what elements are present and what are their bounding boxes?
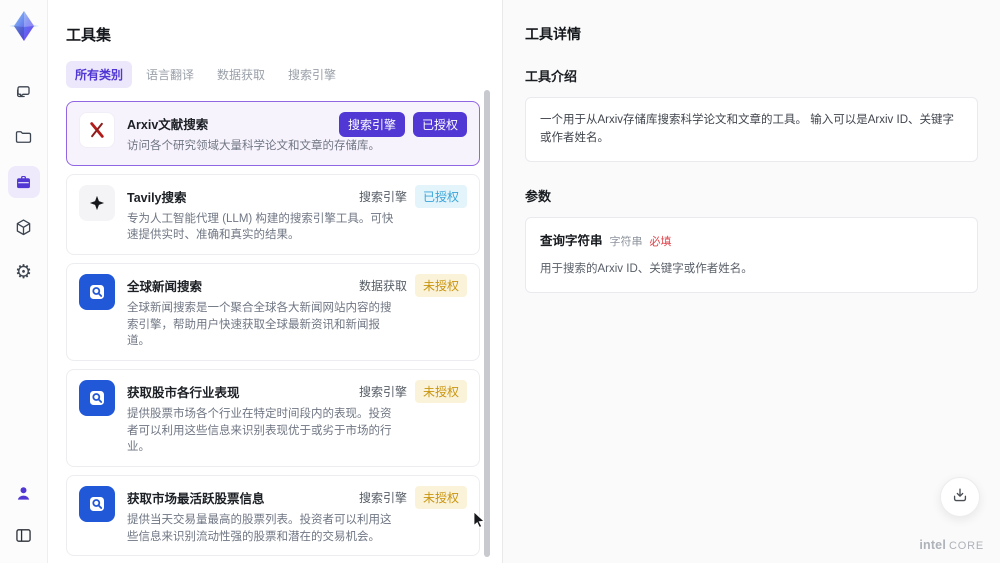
tool-description: 全球新闻搜索是一个聚合全球各大新闻网站内容的搜索引擎，帮助用户快速获取全球最新资…	[127, 302, 392, 348]
tool-card-arxiv[interactable]: Arxiv文献搜索 访问各个研究领域大量科学论文和文章的存储库。 搜索引擎 已授…	[66, 101, 480, 166]
tool-card-active-stocks[interactable]: 获取市场最活跃股票信息 提供当天交易量最高的股票列表。投资者可以利用这些信息来识…	[66, 475, 480, 557]
blue-search-icon	[79, 274, 115, 311]
tool-intro-box: 一个用于从Arxiv存储库搜索科学论文和文章的工具。 输入可以是Arxiv ID…	[525, 97, 978, 162]
blue-search-icon	[79, 380, 115, 417]
category-chip[interactable]: 搜索引擎	[338, 112, 405, 137]
tool-description: 专为人工智能代理 (LLM) 构建的搜索引擎工具。可快速提供实时、准确和真实的结…	[127, 212, 394, 242]
detail-title: 工具详情	[525, 26, 581, 42]
briefcase-icon	[13, 172, 34, 193]
auth-status-chip[interactable]: 已授权	[412, 112, 467, 137]
tab-all-categories[interactable]: 所有类别	[66, 61, 133, 88]
param-box: 查询字符串 字符串 必填 用于搜索的Arxiv ID、关键字或作者姓名。	[525, 216, 978, 293]
category-tabs: 所有类别 语言翻译 数据获取 搜索引擎	[66, 61, 480, 88]
category-label: 搜索引擎	[358, 491, 407, 506]
category-label: 数据获取	[358, 279, 407, 294]
app-logo-icon	[6, 8, 42, 44]
tavily-star-icon	[79, 184, 115, 221]
sidebar-item-collapse[interactable]	[8, 519, 40, 551]
brand-core-text: core	[949, 540, 984, 552]
auth-status-badge: 未授权	[414, 486, 467, 510]
sidebar-item-profile[interactable]	[8, 477, 40, 509]
sidebar-item-tools[interactable]	[7, 166, 40, 198]
sidebar-item-models[interactable]	[8, 211, 40, 243]
params-section-title: 参数	[525, 188, 552, 204]
tab-search-engine[interactable]: 搜索引擎	[279, 61, 345, 88]
list-scrollbar[interactable]	[484, 90, 490, 557]
auth-status-badge: 已授权	[414, 184, 467, 208]
sidebar-item-settings[interactable]: ⚙	[8, 256, 40, 288]
tool-list-panel: 工具集 所有类别 语言翻译 数据获取 搜索引擎 Arxiv文献搜索 访问各个研究…	[48, 0, 502, 563]
page-title: 工具集	[66, 27, 112, 44]
sidebar-nav: ⚙	[7, 76, 40, 288]
category-label: 搜索引擎	[358, 385, 407, 400]
param-description: 用于搜索的Arxiv ID、关键字或作者姓名。	[540, 263, 753, 276]
download-icon	[950, 485, 970, 510]
tool-description: 提供股票市场各个行业在特定时间段内的表现。投资者可以利用这些信息来识别表现优于或…	[127, 408, 392, 454]
panel-toggle-icon	[13, 525, 34, 546]
cube-icon	[13, 217, 34, 238]
tab-translation[interactable]: 语言翻译	[137, 61, 203, 88]
sidebar-item-chat[interactable]	[8, 76, 40, 108]
tool-card-tavily[interactable]: Tavily搜索 专为人工智能代理 (LLM) 构建的搜索引擎工具。可快速提供实…	[66, 173, 480, 256]
app-root: ⚙ 工具集 所有类别 语言翻译 数据获取 搜索引擎 Arxiv文献搜索 访问各个…	[0, 0, 1000, 563]
tool-card-industry-performance[interactable]: 获取股市各行业表现 提供股票市场各个行业在特定时间段内的表现。投资者可以利用这些…	[66, 369, 480, 468]
category-label: 搜索引擎	[358, 189, 407, 204]
chat-icon	[13, 82, 34, 103]
intro-section-title: 工具介绍	[525, 69, 578, 84]
auth-status-badge: 未授权	[414, 274, 467, 298]
blue-search-icon	[79, 486, 115, 523]
avatar-icon	[13, 483, 34, 504]
folder-icon	[13, 127, 34, 148]
tool-description: 提供当天交易量最高的股票列表。投资者可以利用这些信息来识别流动性强的股票和潜在的…	[127, 514, 392, 543]
download-button[interactable]	[940, 477, 980, 517]
intel-core-logo: intel core	[919, 538, 984, 552]
param-type: 字符串	[609, 235, 643, 248]
tab-data-fetch[interactable]: 数据获取	[208, 61, 274, 88]
tool-card-global-news[interactable]: 全球新闻搜索 全球新闻搜索是一个聚合全球各大新闻网站内容的搜索引擎，帮助用户快速…	[66, 263, 480, 362]
auth-status-badge: 未授权	[414, 380, 467, 404]
gear-icon: ⚙	[14, 261, 33, 283]
brand-intel-text: intel	[919, 538, 947, 552]
arxiv-icon	[79, 112, 115, 148]
sidebar-item-files[interactable]	[8, 121, 40, 153]
sidebar-bottom	[8, 477, 40, 551]
tool-description: 访问各个研究领域大量科学论文和文章的存储库。	[127, 140, 380, 152]
param-name: 查询字符串	[540, 233, 603, 248]
tool-card-list: Arxiv文献搜索 访问各个研究领域大量科学论文和文章的存储库。 搜索引擎 已授…	[66, 101, 480, 563]
param-required-flag: 必填	[649, 235, 672, 248]
sidebar: ⚙	[0, 0, 48, 563]
tool-detail-panel: 工具详情 工具介绍 一个用于从Arxiv存储库搜索科学论文和文章的工具。 输入可…	[502, 0, 1000, 563]
